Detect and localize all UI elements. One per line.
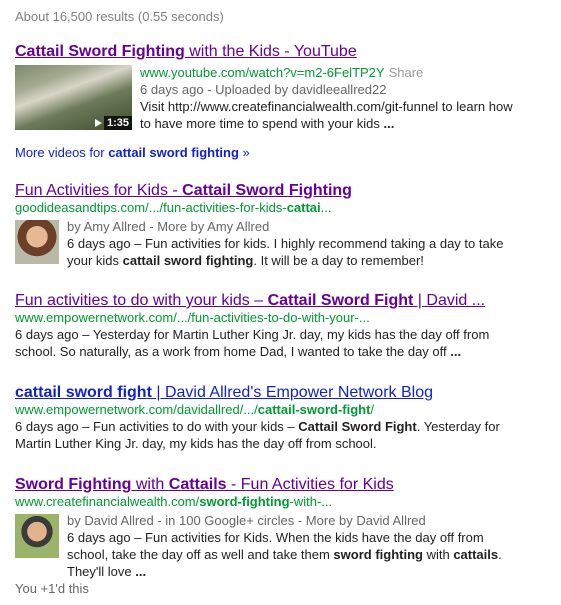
snippet-line: your kids cattail sword fighting. It wil…	[67, 252, 537, 269]
snippet-text: school, take the day off as well and tak…	[67, 547, 334, 562]
title-text: - Fun Activities for Kids	[226, 476, 394, 493]
snippet-text: your kids	[67, 253, 123, 268]
snippet-text: . It will be a day to remember!	[253, 253, 424, 268]
title-text: | David Allred's Empower Network Blog	[151, 384, 433, 401]
url-text: www.createfinancialwealth.com/	[15, 494, 200, 509]
url-text: www.empowernetwork.com/davidallred/.../	[15, 402, 258, 417]
snippet-text: school. So naturally, as a work from hom…	[15, 344, 451, 359]
search-result: cattail sword fight | David Allred's Emp…	[15, 383, 555, 452]
title-text: with	[131, 476, 169, 493]
video-text: www.youtube.com/watch?v=m2-6FelTP2Y Share…	[140, 65, 555, 132]
result-url: www.createfinancialwealth.com/sword-figh…	[15, 494, 555, 510]
snippet-text: .	[498, 547, 502, 562]
video-result-body: 1:35 www.youtube.com/watch?v=m2-6FelTP2Y…	[15, 65, 555, 147]
video-thumbnail[interactable]: 1:35	[15, 65, 132, 130]
result-url: www.empowernetwork.com/davidallred/.../c…	[15, 402, 555, 418]
title-bold: Cattails	[168, 476, 227, 493]
url-text: /	[370, 402, 375, 417]
url-bold: cattail-sword-fight	[257, 402, 371, 417]
author-byline: by David Allred - in 100 Google+ circles…	[67, 513, 426, 528]
snippet-line: 6 days ago – Fun activities to do with y…	[15, 418, 555, 435]
title-bold: Cattail Sword Fighting	[15, 43, 185, 60]
author-avatar[interactable]	[15, 220, 59, 264]
title-text: Fun Activities for Kids -	[15, 182, 183, 199]
result-url: www.youtube.com/watch?v=m2-6FelTP2Y	[140, 65, 385, 80]
url-text: goodideasandtips.com/.../fun-activities-…	[15, 200, 287, 215]
snippet-line: Visit http://www.createfinancialwealth.c…	[140, 99, 513, 114]
author-block: by Amy Allred - More by Amy Allred 6 day…	[15, 218, 555, 268]
title-text: with the Kids - YouTube	[184, 43, 357, 60]
snippet-line: 6 days ago – Yesterday for Martin Luther…	[15, 327, 490, 342]
more-videos-query: cattail sword fighting	[108, 145, 239, 160]
more-videos-arrow: »	[238, 145, 250, 160]
plus-one-note: You +1'd this	[15, 581, 89, 596]
snippet-bold: sword fighting	[333, 547, 423, 562]
result-text: by Amy Allred - More by Amy Allred 6 day…	[67, 218, 537, 269]
result-meta: 6 days ago - Uploaded by davidleeallred2…	[140, 82, 387, 97]
result-title-link[interactable]: Fun activities to do with your kids – Ca…	[15, 291, 555, 310]
more-videos-link[interactable]: More videos for cattail sword fighting »	[15, 145, 250, 160]
title-text: | David ...	[413, 292, 486, 309]
snippet-ellipsis: ...	[383, 116, 395, 131]
snippet-bold: cattail sword fighting	[122, 253, 254, 268]
title-bold: Cattail Sword Fight	[267, 292, 414, 309]
result-title-link[interactable]: Sword Fighting with Cattails - Fun Activ…	[15, 475, 555, 494]
snippet-line: school. So naturally, as a work from hom…	[15, 343, 555, 360]
title-text: Fun activities to do with your kids –	[15, 292, 268, 309]
search-result: Fun activities to do with your kids – Ca…	[15, 291, 555, 360]
title-bold: Cattail Sword Fighting	[182, 182, 352, 199]
snippet-line: school, take the day off as well and tak…	[67, 546, 547, 563]
url-bold: sword-fighting	[199, 494, 290, 509]
author-block: by David Allred - in 100 Google+ circles…	[15, 512, 555, 580]
result-url: www.empowernetwork.com/.../fun-activitie…	[15, 310, 370, 325]
result-text: by David Allred - in 100 Google+ circles…	[67, 512, 547, 580]
snippet-line: 6 days ago – Fun activities for kids. I …	[67, 236, 504, 251]
snippet-line: Martin Luther King Jr. day, my kids has …	[15, 436, 377, 451]
snippet-line: 6 days ago – Fun activities for Kids. Wh…	[67, 530, 484, 545]
snippet-text: They'll love	[67, 564, 136, 579]
snippet-text: 6 days ago – Fun activities to do with y…	[15, 419, 299, 434]
more-videos-text: More videos for	[15, 145, 109, 160]
title-bold: cattail sword fight	[15, 384, 152, 401]
url-bold: cattai	[286, 200, 321, 215]
results-stats: About 16,500 results (0.55 seconds)	[15, 9, 224, 24]
search-result-youtube: Cattail Sword Fighting with the Kids - Y…	[15, 42, 555, 147]
url-text: -with-...	[289, 494, 333, 509]
result-title-link[interactable]: cattail sword fight | David Allred's Emp…	[15, 383, 555, 402]
search-result: Fun Activities for Kids - Cattail Sword …	[15, 181, 555, 268]
snippet-text: . Yesterday for	[416, 419, 500, 434]
result-snippet: Visit http://www.createfinancialwealth.c…	[140, 98, 555, 132]
snippet-ellipsis: ...	[135, 564, 147, 579]
result-title-link[interactable]: Fun Activities for Kids - Cattail Sword …	[15, 181, 555, 200]
author-avatar[interactable]	[15, 514, 59, 558]
snippet-line: They'll love ...	[67, 563, 547, 580]
author-byline: by Amy Allred - More by Amy Allred	[67, 219, 270, 234]
snippet-line: to have more time to spend with your kid…	[140, 116, 384, 131]
snippet-bold: Cattail Sword Fight	[298, 419, 417, 434]
play-icon	[95, 119, 102, 127]
snippet-text: with	[422, 547, 454, 562]
result-url: goodideasandtips.com/.../fun-activities-…	[15, 200, 555, 216]
share-link[interactable]: Share	[389, 65, 424, 80]
search-result: Sword Fighting with Cattails - Fun Activ…	[15, 475, 555, 580]
result-title-link[interactable]: Cattail Sword Fighting with the Kids - Y…	[15, 42, 555, 61]
snippet-bold: cattails	[453, 547, 499, 562]
title-bold: Sword Fighting	[15, 476, 132, 493]
video-duration: 1:35	[103, 116, 132, 130]
snippet-ellipsis: ...	[450, 344, 462, 359]
url-ellipsis: ...	[320, 200, 332, 215]
